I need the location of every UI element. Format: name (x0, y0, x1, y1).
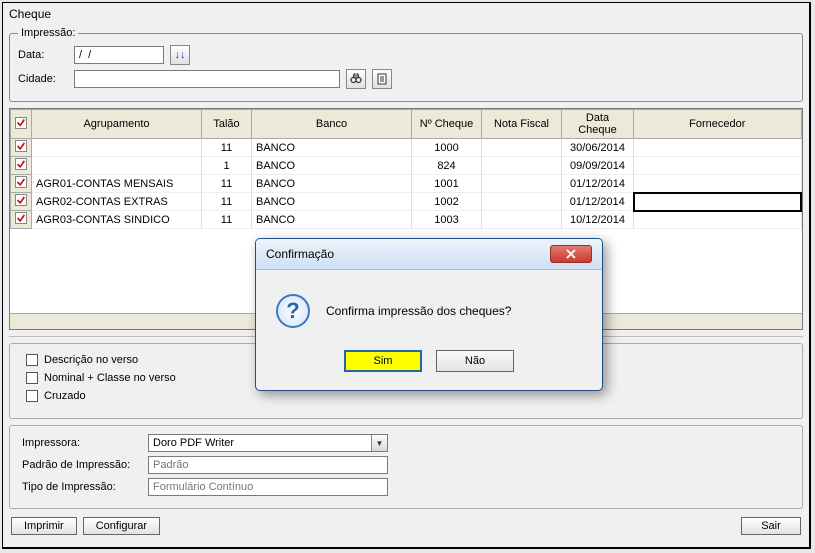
chevron-down-icon[interactable]: ▼ (371, 435, 387, 451)
row-check[interactable] (11, 211, 32, 229)
col-notafiscal[interactable]: Nota Fiscal (482, 110, 562, 139)
table-row[interactable]: AGR01-CONTAS MENSAIS11BANCO1001 01/12/201… (11, 175, 802, 193)
cell-fornecedor[interactable] (634, 193, 802, 211)
cell-data[interactable]: 01/12/2014 (562, 193, 634, 211)
nominal-checkbox[interactable] (26, 372, 38, 384)
row-check[interactable] (11, 193, 32, 211)
cell-banco[interactable]: BANCO (252, 211, 412, 229)
cell-data[interactable]: 10/12/2014 (562, 211, 634, 229)
impressora-label: Impressora: (22, 437, 142, 449)
cell-talao[interactable]: 1 (202, 157, 252, 175)
cell-agrupamento[interactable]: AGR02-CONTAS EXTRAS (32, 193, 202, 211)
table-row[interactable]: 11BANCO1000 30/06/2014 (11, 139, 802, 157)
col-agrupamento[interactable]: Agrupamento (32, 110, 202, 139)
cell-numero[interactable]: 824 (412, 157, 482, 175)
impressao-legend: Impressão: (18, 27, 78, 39)
nominal-label: Nominal + Classe no verso (44, 372, 176, 384)
confirm-dialog: Confirmação ? Confirma impressão dos che… (255, 238, 603, 391)
cruzado-checkbox[interactable] (26, 390, 38, 402)
cell-banco[interactable]: BANCO (252, 139, 412, 157)
tipo-field (148, 478, 388, 496)
cell-nf[interactable] (482, 211, 562, 229)
table-row[interactable]: AGR03-CONTAS SINDICO11BANCO1003 10/12/201… (11, 211, 802, 229)
cell-numero[interactable]: 1003 (412, 211, 482, 229)
cell-data[interactable]: 30/06/2014 (562, 139, 634, 157)
row-check[interactable] (11, 139, 32, 157)
cell-agrupamento[interactable] (32, 157, 202, 175)
descricao-label: Descrição no verso (44, 354, 138, 366)
question-icon: ? (276, 294, 310, 328)
col-talao[interactable]: Talão (202, 110, 252, 139)
nao-button[interactable]: Não (436, 350, 514, 372)
impressora-combo[interactable] (148, 434, 388, 452)
cell-data[interactable]: 01/12/2014 (562, 175, 634, 193)
dialog-title: Confirmação (266, 247, 334, 261)
col-datacheque[interactable]: Data Cheque (562, 110, 634, 139)
cidade-input[interactable] (74, 70, 340, 88)
footer-bar: Imprimir Configurar Sair (3, 515, 809, 541)
cidade-label: Cidade: (18, 73, 68, 85)
header-check[interactable] (11, 110, 32, 139)
row-check[interactable] (11, 157, 32, 175)
cell-fornecedor[interactable] (634, 175, 802, 193)
cell-data[interactable]: 09/09/2014 (562, 157, 634, 175)
cruzado-label: Cruzado (44, 390, 86, 402)
cell-numero[interactable]: 1002 (412, 193, 482, 211)
window-title: Cheque (3, 3, 809, 25)
printer-panel: Impressora: ▼ Padrão de Impressão: Tipo … (9, 425, 803, 509)
cell-nf[interactable] (482, 157, 562, 175)
close-icon[interactable] (550, 245, 592, 263)
col-numero[interactable]: Nº Cheque (412, 110, 482, 139)
col-fornecedor[interactable]: Fornecedor (634, 110, 802, 139)
binoculars-icon[interactable] (346, 69, 366, 89)
cell-nf[interactable] (482, 175, 562, 193)
properties-icon[interactable] (372, 69, 392, 89)
cell-banco[interactable]: BANCO (252, 157, 412, 175)
cell-fornecedor[interactable] (634, 211, 802, 229)
cell-nf[interactable] (482, 139, 562, 157)
cell-nf[interactable] (482, 193, 562, 211)
cell-talao[interactable]: 11 (202, 139, 252, 157)
cell-agrupamento[interactable]: AGR01-CONTAS MENSAIS (32, 175, 202, 193)
cell-talao[interactable]: 11 (202, 193, 252, 211)
descricao-checkbox[interactable] (26, 354, 38, 366)
sim-button[interactable]: Sim (344, 350, 422, 372)
configurar-button[interactable]: Configurar (83, 517, 160, 535)
cell-numero[interactable]: 1000 (412, 139, 482, 157)
cell-agrupamento[interactable] (32, 139, 202, 157)
cell-talao[interactable]: 11 (202, 175, 252, 193)
table-row[interactable]: 1BANCO824 09/09/2014 (11, 157, 802, 175)
cell-fornecedor[interactable] (634, 139, 802, 157)
table-row[interactable]: AGR02-CONTAS EXTRAS11BANCO1002 01/12/2014 (11, 193, 802, 211)
padrao-label: Padrão de Impressão: (22, 459, 142, 471)
row-check[interactable] (11, 175, 32, 193)
data-input[interactable] (74, 46, 164, 64)
impressao-fieldset: Impressão: Data: ↓↓ Cidade: (9, 27, 803, 102)
cell-agrupamento[interactable]: AGR03-CONTAS SINDICO (32, 211, 202, 229)
cell-talao[interactable]: 11 (202, 211, 252, 229)
tipo-label: Tipo de Impressão: (22, 481, 142, 493)
dialog-message: Confirma impressão dos cheques? (326, 304, 511, 318)
imprimir-button[interactable]: Imprimir (11, 517, 77, 535)
cell-fornecedor[interactable] (634, 157, 802, 175)
cell-banco[interactable]: BANCO (252, 193, 412, 211)
grid-header-row: Agrupamento Talão Banco Nº Cheque Nota F… (11, 110, 802, 139)
sair-button[interactable]: Sair (741, 517, 801, 535)
cell-banco[interactable]: BANCO (252, 175, 412, 193)
data-label: Data: (18, 49, 68, 61)
date-picker-icon[interactable]: ↓↓ (170, 45, 190, 65)
cell-numero[interactable]: 1001 (412, 175, 482, 193)
padrao-field (148, 456, 388, 474)
col-banco[interactable]: Banco (252, 110, 412, 139)
